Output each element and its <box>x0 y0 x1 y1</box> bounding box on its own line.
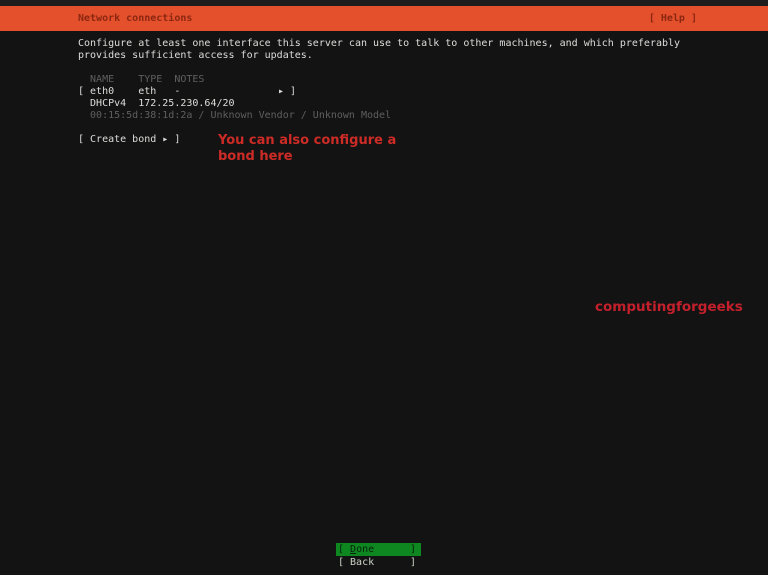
done-button-close-bracket: ] <box>409 544 416 555</box>
interface-row-labels: [ eth0 eth - <box>78 86 181 97</box>
interface-row-eth0[interactable]: [ eth0 eth - ▸ ] <box>78 86 296 98</box>
page-title: Network connections <box>78 13 193 24</box>
chevron-right-icon: ▸ ] <box>277 86 296 97</box>
header-bar: Network connections [ Help ] <box>0 6 768 31</box>
intro-text-line2: provides sufficient access for updates. <box>78 50 313 61</box>
create-bond-button[interactable]: [ Create bond ▸ ] <box>78 134 180 146</box>
help-button[interactable]: [ Help ] <box>649 13 768 24</box>
bond-annotation-line1: You can also configure a <box>218 133 397 148</box>
done-button[interactable]: [ Done ] <box>336 543 421 556</box>
done-button-label: [ Done <box>338 544 375 555</box>
bond-annotation-line2: bond here <box>218 149 293 164</box>
back-button-label: [ Back <box>338 557 375 568</box>
watermark-text: computingforgeeks <box>595 299 743 315</box>
back-button-close-bracket: ] <box>409 557 416 568</box>
device-table-header: NAME TYPE NOTES <box>78 74 205 85</box>
intro-text-line1: Configure at least one interface this se… <box>78 38 681 49</box>
interface-mac-info: 00:15:5d:38:1d:2a / Unknown Vendor / Unk… <box>78 110 392 121</box>
installer-screen: Network connections [ Help ] Configure a… <box>0 0 768 575</box>
bond-annotation: You can also configure a bond here <box>218 133 396 165</box>
back-button[interactable]: [ Back ] <box>336 556 421 569</box>
interface-dhcp-info: DHCPv4 172.25.230.64/20 <box>78 98 235 109</box>
